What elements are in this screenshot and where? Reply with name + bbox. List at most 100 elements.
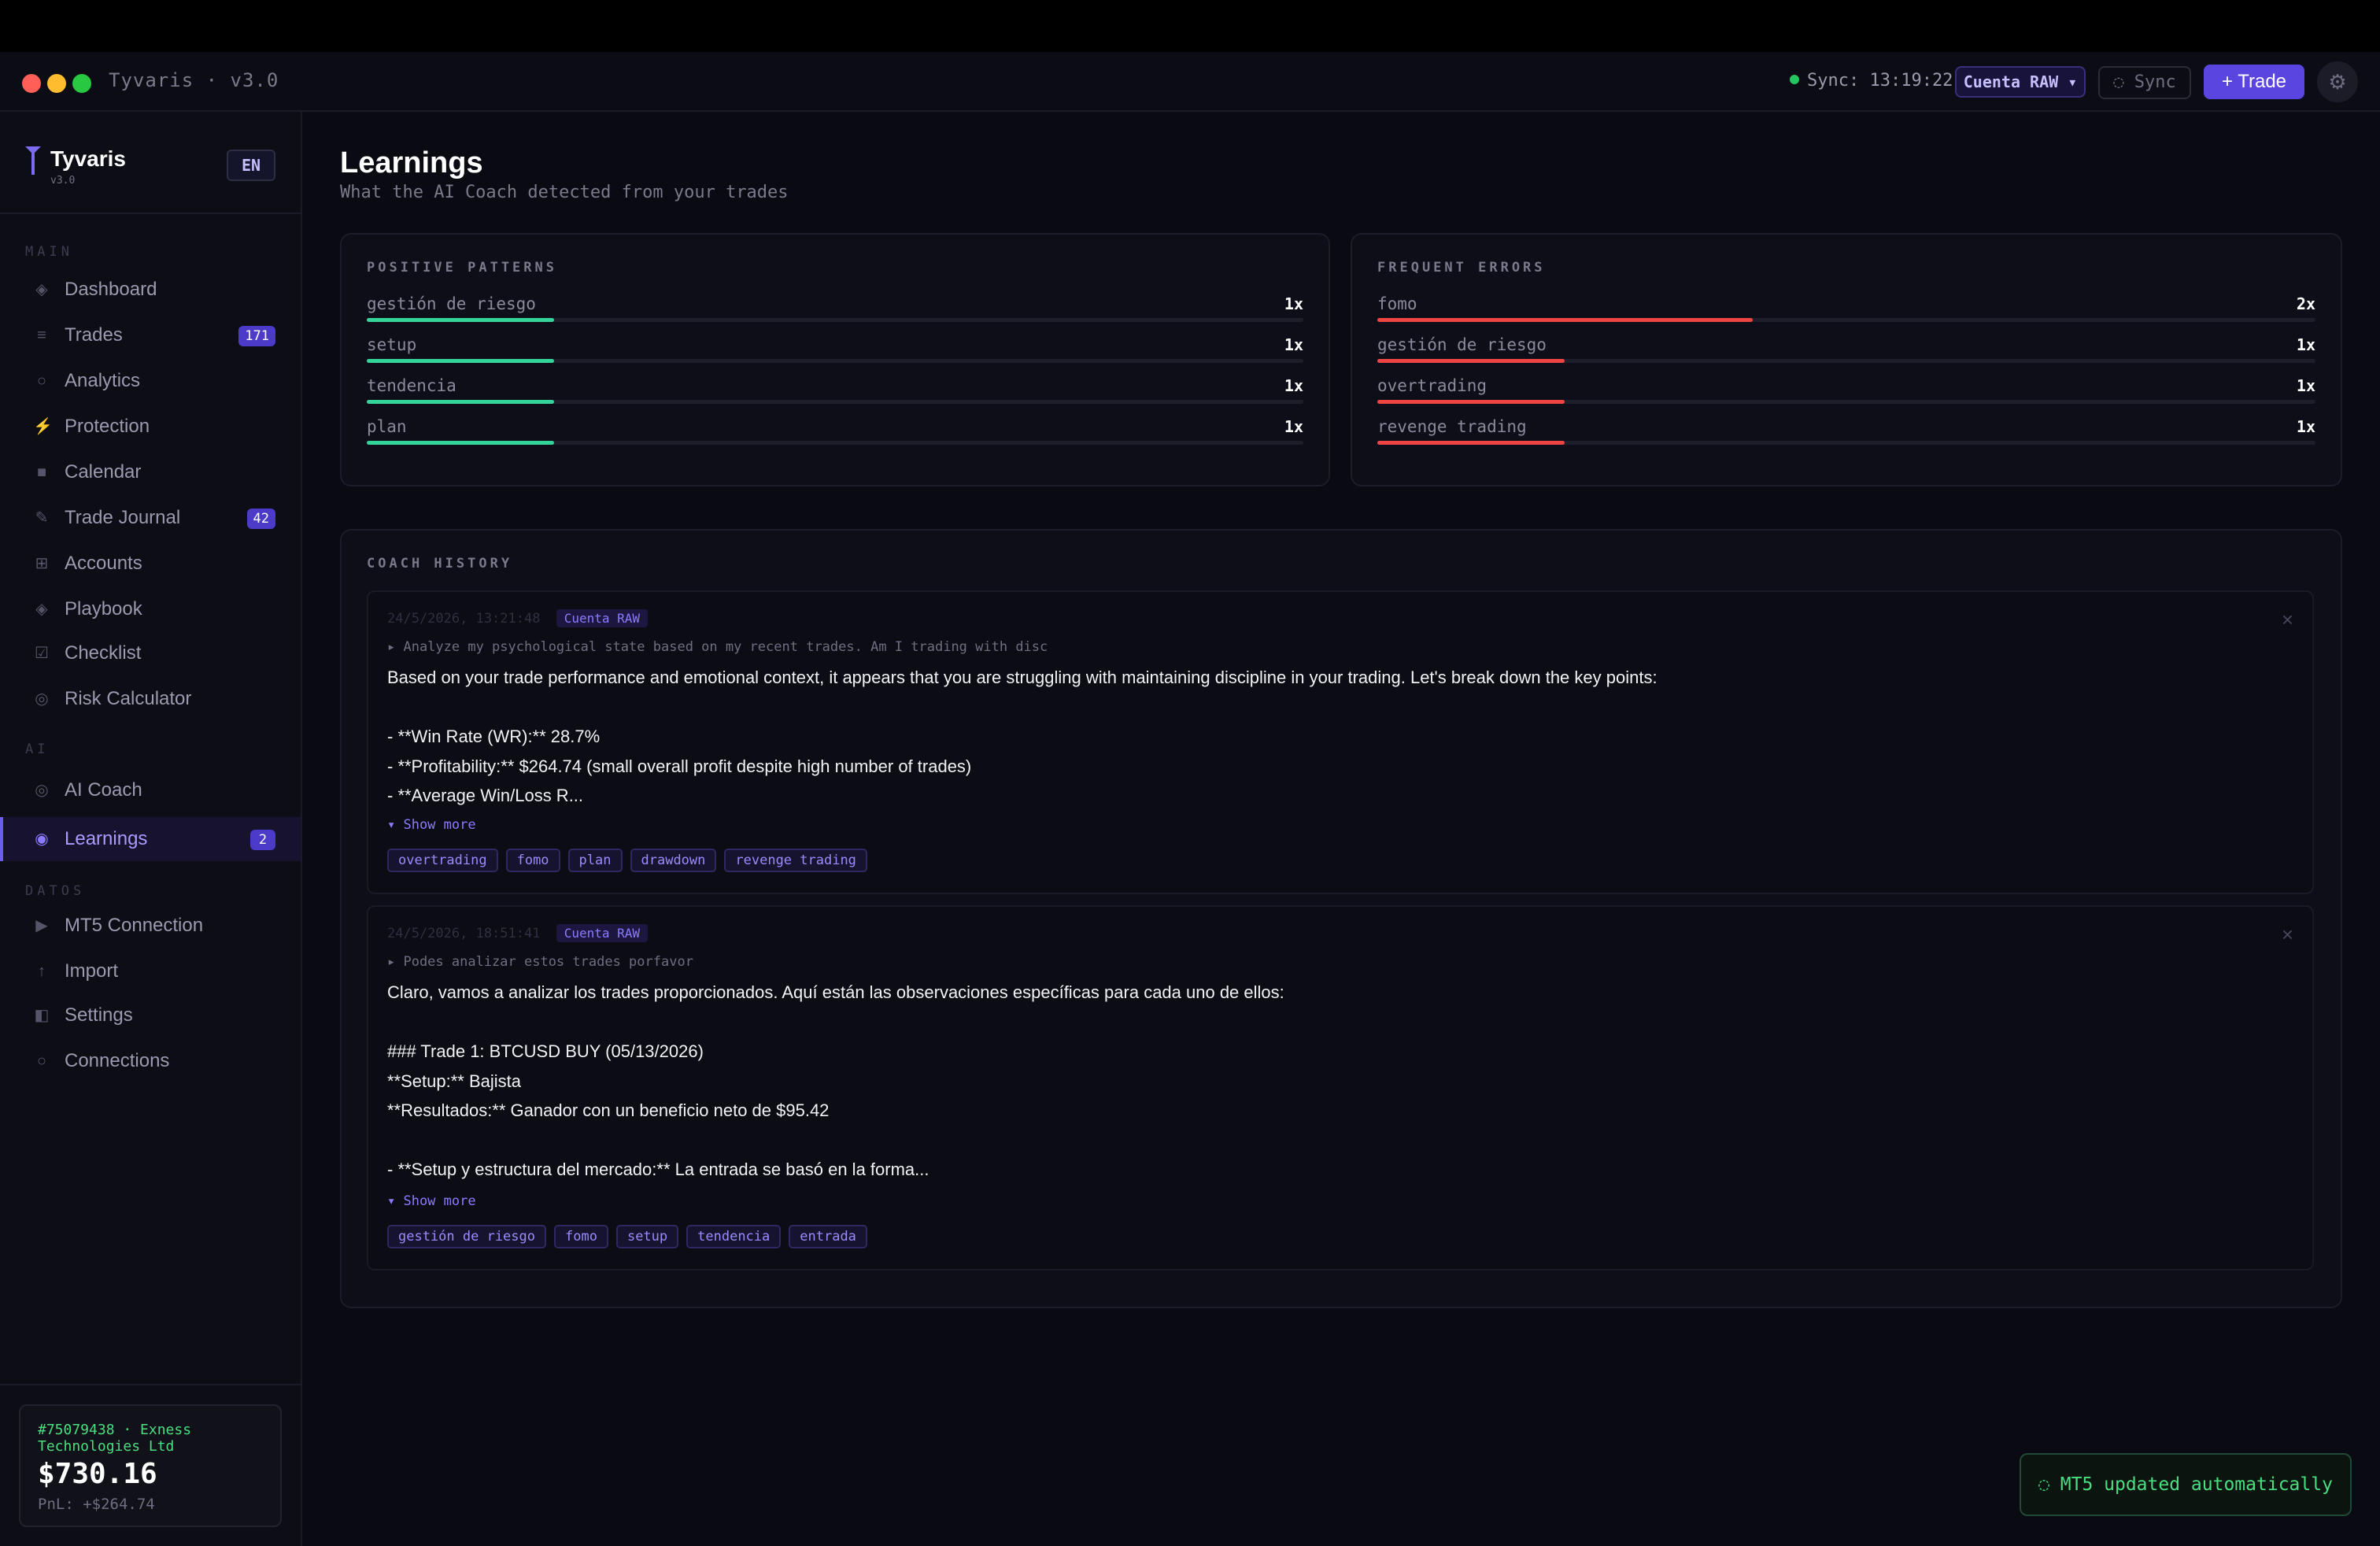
sidebar-item-ai-coach[interactable]: ◎ AI Coach [0,768,301,812]
positive-patterns-card: POSITIVE PATTERNS gestión de riesgo 1x s… [340,233,1330,486]
error-bar-track [1377,441,2315,445]
account-card[interactable]: #75079438 · Exness Technologies Ltd $730… [19,1404,282,1527]
sidebar-item-connections[interactable]: ○ Connections [0,1039,301,1083]
pattern-count: 1x [1284,417,1303,436]
section-label-main: MAIN [25,244,73,260]
tag-chip[interactable]: drawdown [630,849,717,872]
entry-prompt: ▸ Podes analizar estos trades porfavor [387,954,693,970]
sidebar-item-label: Learnings [65,828,148,849]
sidebar-item-settings[interactable]: ◧ Settings [0,993,301,1037]
grid-icon: ⊞ [35,555,49,572]
sync-status-dot-icon [1790,75,1799,84]
panel-icon: ◧ [34,1007,50,1024]
frequent-errors-card: FREQUENT ERRORS fomo 2x gestión de riesg… [1351,233,2342,486]
sidebar-item-mt5-connection[interactable]: ▶ MT5 Connection [0,904,301,948]
minimize-window-button[interactable] [47,74,66,93]
title-bar: Tyvaris · v3.0 Sync: 13:19:22 Cuenta RAW… [0,52,2380,112]
account-pnl: PnL: +$264.74 [38,1496,155,1513]
sidebar-item-risk-calculator[interactable]: ◎ Risk Calculator [0,677,301,721]
pencil-icon: ✎ [35,509,49,527]
new-trade-button[interactable]: + Trade [2204,65,2304,99]
error-count: 2x [2296,294,2315,313]
brand-name: Tyvaris [50,146,126,171]
sidebar-item-import[interactable]: ↑ Import [0,949,301,993]
sidebar-item-label: Settings [65,1004,133,1026]
gear-icon[interactable]: ⚙ [2317,61,2358,102]
page-title: Learnings [340,146,483,179]
tag-chip[interactable]: fomo [505,849,560,872]
error-row: overtrading 1x [1377,376,2315,416]
sidebar-item-label: Protection [65,416,150,437]
tag-chip[interactable]: plan [567,849,623,872]
sidebar-item-trades[interactable]: ≡ Trades 171 [0,313,301,357]
sidebar-item-label: MT5 Connection [65,915,204,936]
sidebar-item-label: Trades [65,324,123,346]
error-count: 1x [2296,376,2315,395]
tag-chip[interactable]: setup [615,1225,679,1248]
sidebar-item-label: Analytics [65,370,141,391]
pattern-bar-fill [367,359,554,363]
sidebar-item-accounts[interactable]: ⊞ Accounts [0,542,301,586]
sidebar-item-learnings[interactable]: ◉ Learnings 2 [0,817,301,861]
sidebar-item-label: Trade Journal [65,507,181,528]
close-window-button[interactable] [22,74,41,93]
language-toggle[interactable]: EN [227,150,275,181]
sidebar: Tyvaris v3.0 EN MAIN ◈ Dashboard ≡ Trade… [0,112,302,1546]
divider [0,1384,301,1385]
error-bar-track [1377,400,2315,404]
sidebar-item-trade-journal[interactable]: ✎ Trade Journal 42 [0,496,301,540]
error-row: gestión de riesgo 1x [1377,335,2315,375]
entry-response: Based on your trade performance and emot… [387,668,1658,805]
pattern-bar-fill [367,400,554,404]
diamond-icon: ◈ [35,601,48,618]
brand-logo-icon [25,146,41,175]
sidebar-item-label: Accounts [65,553,142,574]
sidebar-item-label: AI Coach [65,779,142,801]
sidebar-item-label: Calendar [65,461,142,483]
error-row: revenge trading 1x [1377,417,2315,457]
tag-chip[interactable]: entrada [789,1225,867,1248]
error-name: overtrading [1377,376,1488,395]
sync-status: Sync: 13:19:22 [1790,71,1953,91]
error-bar-fill [1377,359,1565,363]
tag-chip[interactable]: revenge trading [724,849,867,872]
pattern-name: gestión de riesgo [367,294,536,313]
coach-history-card: COACH HISTORY 24/5/2026, 13:21:48 Cuenta… [340,529,2342,1308]
sidebar-item-calendar[interactable]: ■ Calendar [0,450,301,494]
maximize-window-button[interactable] [72,74,91,93]
section-label-ai: AI [25,742,50,757]
sidebar-item-analytics[interactable]: ○ Analytics [0,359,301,403]
divider [0,213,301,214]
tag-chip[interactable]: overtrading [387,849,498,872]
error-bar-fill [1377,318,1753,322]
entry-date: 24/5/2026, 18:51:41 [387,926,541,941]
close-icon[interactable]: × [2282,923,2293,947]
entry-tags: gestión de riesgo fomo setup tendencia e… [387,1225,867,1248]
pattern-bar-track [367,400,1303,404]
tag-chip[interactable]: gestión de riesgo [387,1225,546,1248]
sidebar-item-protection[interactable]: ⚡ Protection [0,405,301,449]
sidebar-item-playbook[interactable]: ◈ Playbook [0,587,301,631]
entry-meta: 24/5/2026, 13:21:48 Cuenta RAW [387,609,649,627]
toast-notification[interactable]: ◌ MT5 updated automatically [2020,1453,2352,1516]
tag-chip[interactable]: tendencia [686,1225,782,1248]
show-more-button[interactable]: ▾ Show more [387,1193,476,1209]
entry-meta: 24/5/2026, 18:51:41 Cuenta RAW [387,924,649,942]
show-more-button[interactable]: ▾ Show more [387,817,476,833]
coach-entry: 24/5/2026, 18:51:41 Cuenta RAW × ▸ Podes… [367,905,2314,1270]
entry-response: Claro, vamos a analizar los trades propo… [387,982,1284,1179]
sidebar-item-checklist[interactable]: ☑ Checklist [0,631,301,675]
section-label-datos: DATOS [25,883,86,899]
sync-button[interactable]: ◌ Sync [2098,66,2191,99]
account-selector[interactable]: Cuenta RAW ▾ [1955,66,2086,98]
close-icon[interactable]: × [2282,608,2293,632]
main-content: Learnings What the AI Coach detected fro… [302,112,2380,1546]
pattern-row: plan 1x [367,417,1303,457]
arrow-up-icon: ↑ [38,963,46,980]
sidebar-item-dashboard[interactable]: ◈ Dashboard [0,268,301,312]
error-bar-fill [1377,400,1565,404]
card-label: POSITIVE PATTERNS [367,260,557,276]
error-bar-track [1377,359,2315,363]
pattern-row: tendencia 1x [367,376,1303,416]
tag-chip[interactable]: fomo [554,1225,608,1248]
